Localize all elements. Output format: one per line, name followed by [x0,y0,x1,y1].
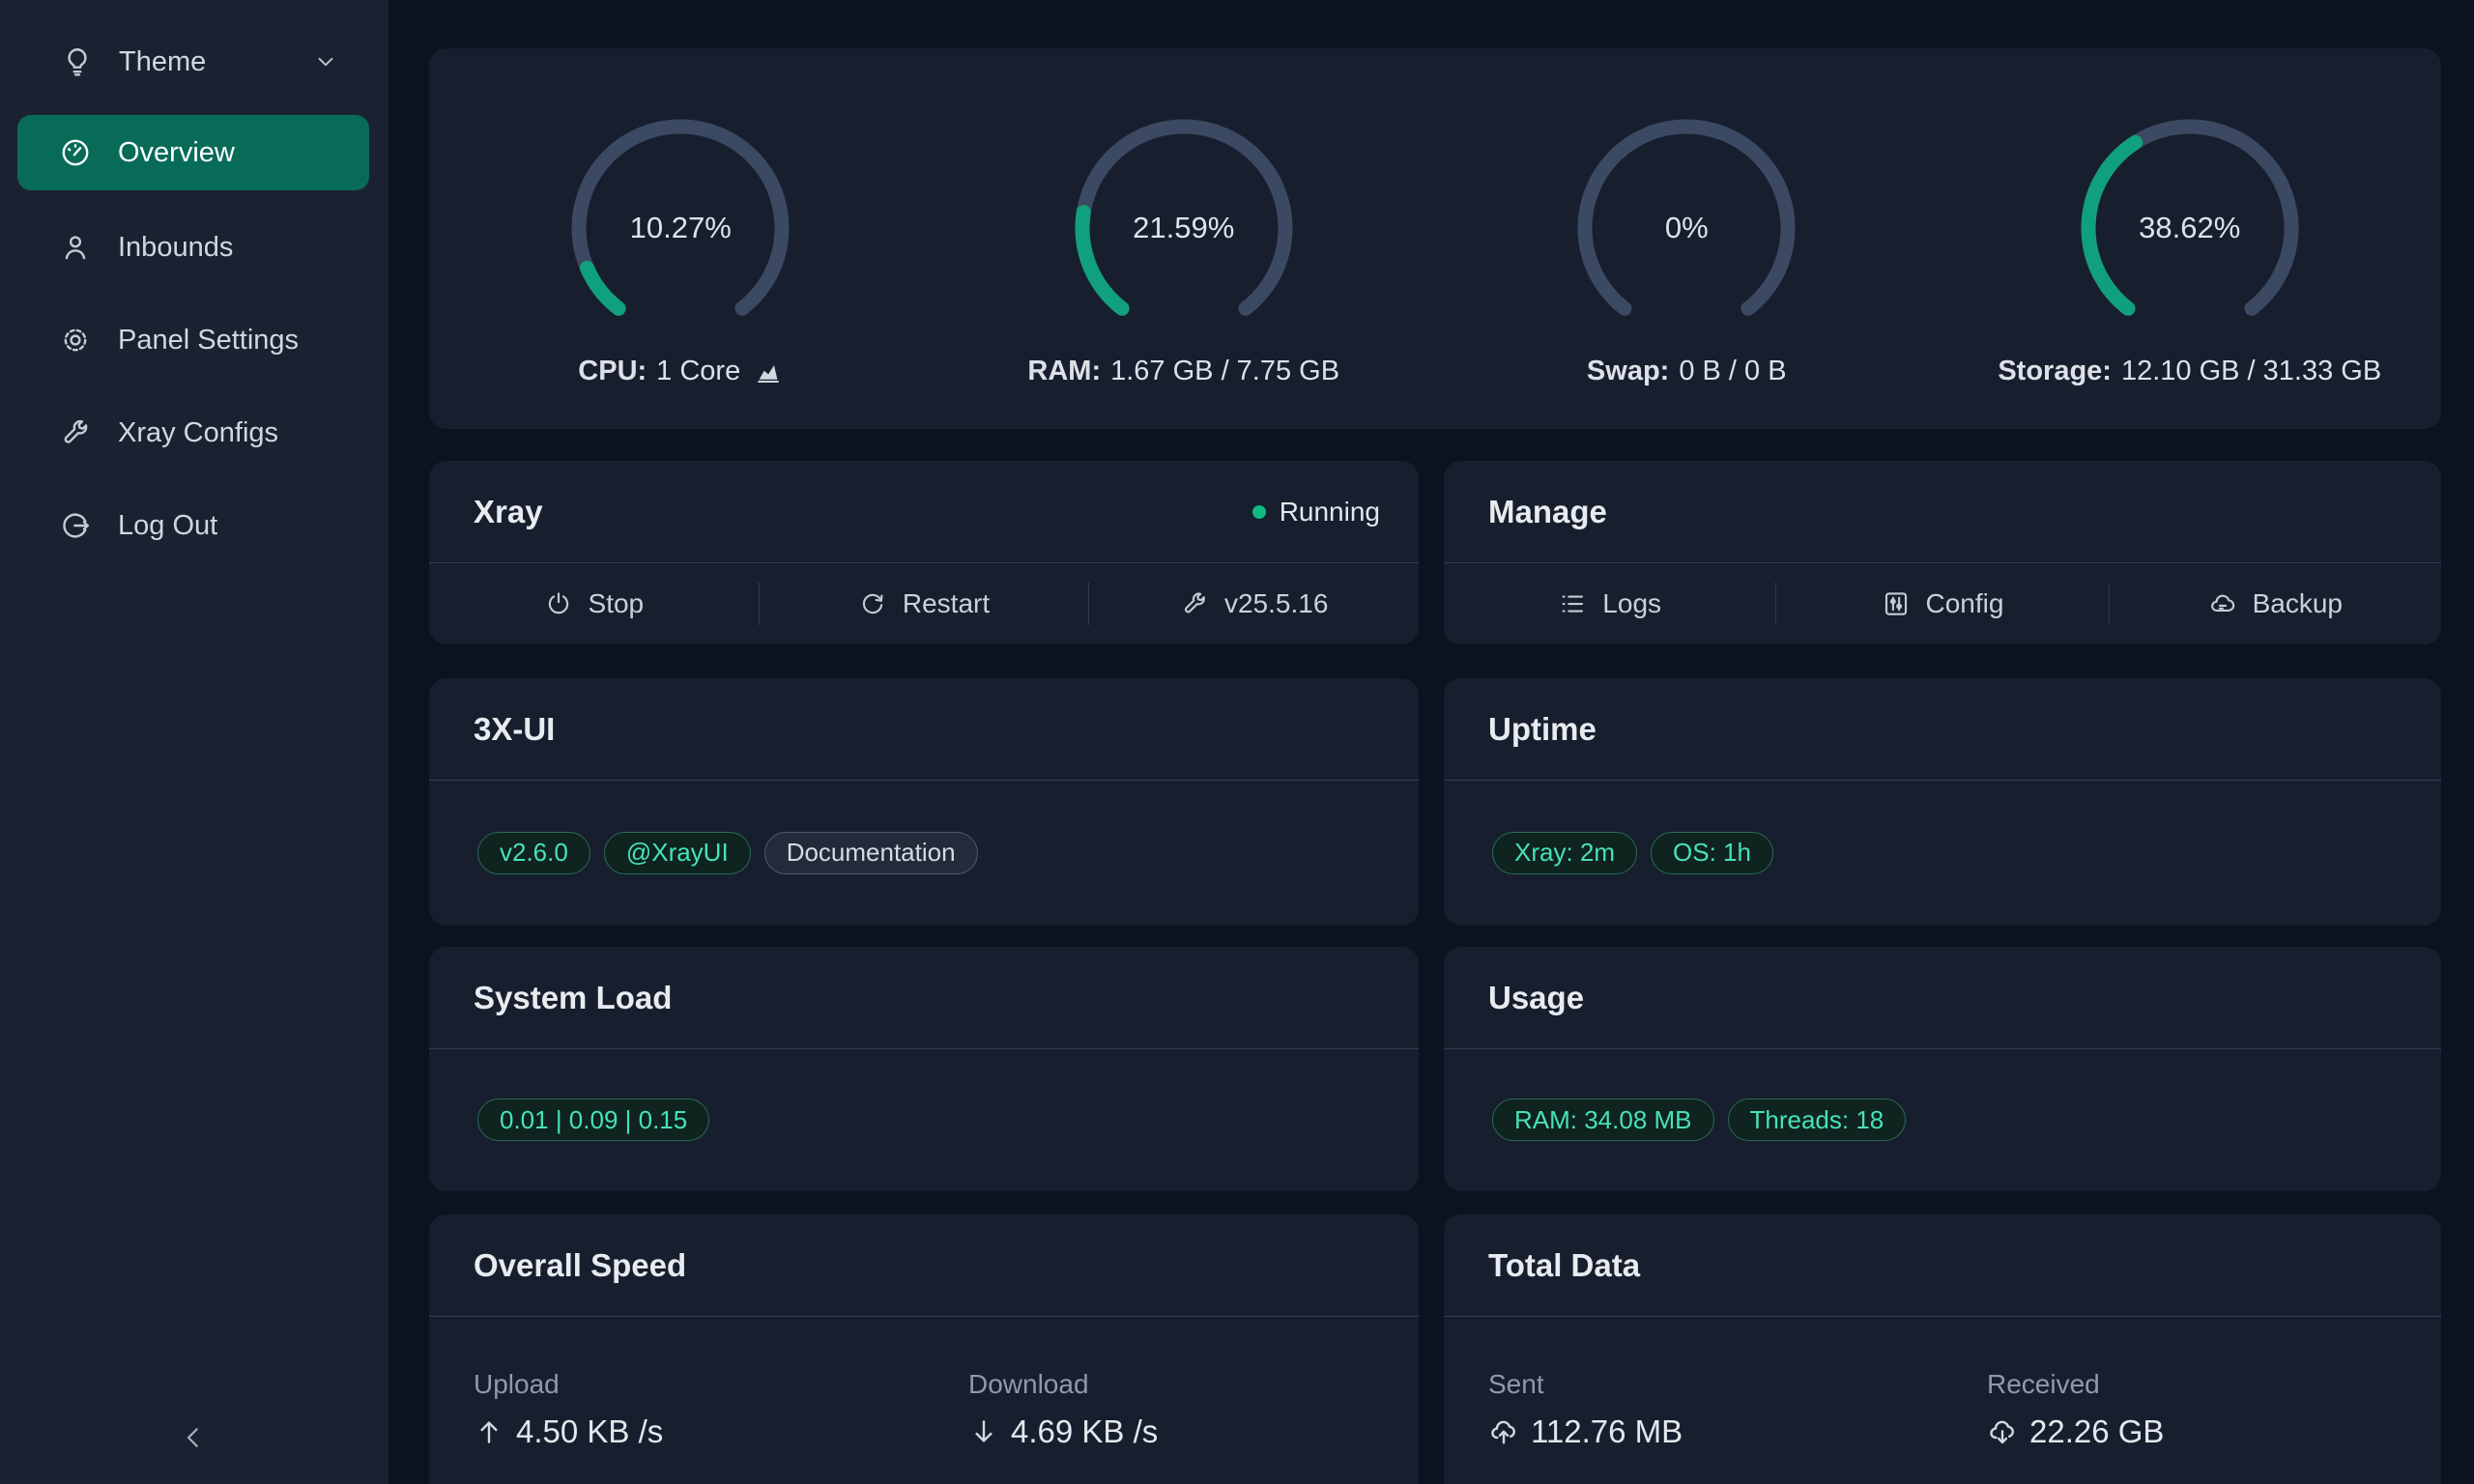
system-load-card-title: System Load [474,980,672,1016]
ram-gauge: 21.59% RAM:1.67 GB / 7.75 GB [933,48,1436,429]
swap-label: Swap:0 B / 0 B [1587,356,1787,387]
documentation-tag[interactable]: Documentation [764,832,978,874]
usage-card-title: Usage [1488,980,1584,1016]
logs-button[interactable]: Logs [1444,563,1775,644]
person-icon [59,231,92,264]
xrayui-tag[interactable]: @XrayUI [604,832,751,874]
dashboard-gauge-icon [59,136,92,169]
sidebar-item-label: Xray Configs [118,417,278,449]
version-tag[interactable]: v2.6.0 [477,832,590,874]
upload-stat: Upload 4.50 KB /s [429,1369,924,1450]
running-dot [1252,505,1266,519]
restart-button[interactable]: Restart [760,563,1089,644]
restart-icon [858,589,887,618]
backup-cloud-icon [2208,589,2237,618]
swap-gauge: 0% Swap:0 B / 0 B [1435,48,1939,429]
wrench-icon [59,416,92,449]
stop-button[interactable]: Stop [429,563,759,644]
storage-gauge: 38.62% Storage:12.10 GB / 31.33 GB [1939,48,2442,429]
chevron-down-icon [313,49,338,74]
cpu-gauge: 10.27% CPU:1 Core [429,48,933,429]
config-button[interactable]: Config [1776,563,2108,644]
theme-label: Theme [119,46,206,78]
load-average-tag: 0.01 | 0.09 | 0.15 [477,1099,709,1141]
swap-percent: 0% [1570,112,1802,344]
cloud-upload-icon [1488,1416,1519,1447]
wrench-icon [1180,589,1209,618]
xui-card: 3X-UI v2.6.0 @XrayUI Documentation [429,678,1419,926]
ram-percent: 21.59% [1068,112,1300,344]
overall-speed-card: Overall Speed Upload 4.50 KB /s Download… [429,1214,1419,1484]
xray-uptime-tag: Xray: 2m [1492,832,1637,874]
lightbulb-icon [61,45,94,78]
ram-usage-tag: RAM: 34.08 MB [1492,1099,1714,1141]
power-icon [544,589,573,618]
xray-version-button[interactable]: v25.5.16 [1089,563,1419,644]
sidebar-item-panel-settings[interactable]: Panel Settings [0,302,388,378]
manage-card-title: Manage [1488,494,1607,530]
sidebar-item-label: Overview [118,137,235,169]
sidebar-item-label: Panel Settings [118,325,299,357]
overall-speed-card-title: Overall Speed [474,1247,686,1284]
received-stat: Received 22.26 GB [1942,1369,2441,1450]
sidebar-item-label: Log Out [118,510,217,542]
system-load-card: System Load 0.01 | 0.09 | 0.15 [429,947,1419,1191]
area-chart-icon[interactable] [754,357,783,386]
arrow-down-icon [968,1416,999,1447]
xui-card-title: 3X-UI [474,711,555,748]
theme-selector[interactable]: Theme [0,29,388,95]
cloud-download-icon [1987,1416,2018,1447]
gear-icon [59,324,92,357]
sidebar: Theme Overview Inbounds [0,0,388,1484]
total-data-card-title: Total Data [1488,1247,1640,1284]
uptime-card: Uptime Xray: 2m OS: 1h [1444,678,2441,926]
logs-list-icon [1558,589,1587,618]
backup-button[interactable]: Backup [2110,563,2441,644]
storage-percent: 38.62% [2074,112,2306,344]
xray-card-title: Xray [474,494,543,530]
manage-card: Manage Logs Config [1444,461,2441,644]
arrow-up-icon [474,1416,504,1447]
sidebar-collapse-button[interactable] [172,1416,215,1459]
sidebar-item-overview[interactable]: Overview [17,115,369,190]
storage-label: Storage:12.10 GB / 31.33 GB [1998,356,2381,387]
sliders-icon [1882,589,1911,618]
chevron-left-icon [179,1423,208,1452]
sidebar-item-label: Inbounds [118,232,233,264]
sidebar-item-log-out[interactable]: Log Out [0,488,388,563]
download-stat: Download 4.69 KB /s [924,1369,1419,1450]
cpu-label: CPU:1 Core [578,356,783,387]
usage-card: Usage RAM: 34.08 MB Threads: 18 [1444,947,2441,1191]
cpu-percent: 10.27% [564,112,796,344]
xray-status: Running [1252,497,1380,528]
sidebar-item-inbounds[interactable]: Inbounds [0,210,388,285]
threads-tag: Threads: 18 [1728,1099,1907,1141]
sidebar-item-xray-configs[interactable]: Xray Configs [0,395,388,471]
ram-label: RAM:1.67 GB / 7.75 GB [1027,356,1339,387]
uptime-card-title: Uptime [1488,711,1597,748]
system-stats-card: 10.27% CPU:1 Core 21.59% RAM:1.67 GB / 7… [429,48,2441,429]
os-uptime-tag: OS: 1h [1651,832,1773,874]
logout-icon [59,509,92,542]
total-data-card: Total Data Sent 112.76 MB Received [1444,1214,2441,1484]
xray-card: Xray Running Stop Restart [429,461,1419,644]
sent-stat: Sent 112.76 MB [1444,1369,1942,1450]
